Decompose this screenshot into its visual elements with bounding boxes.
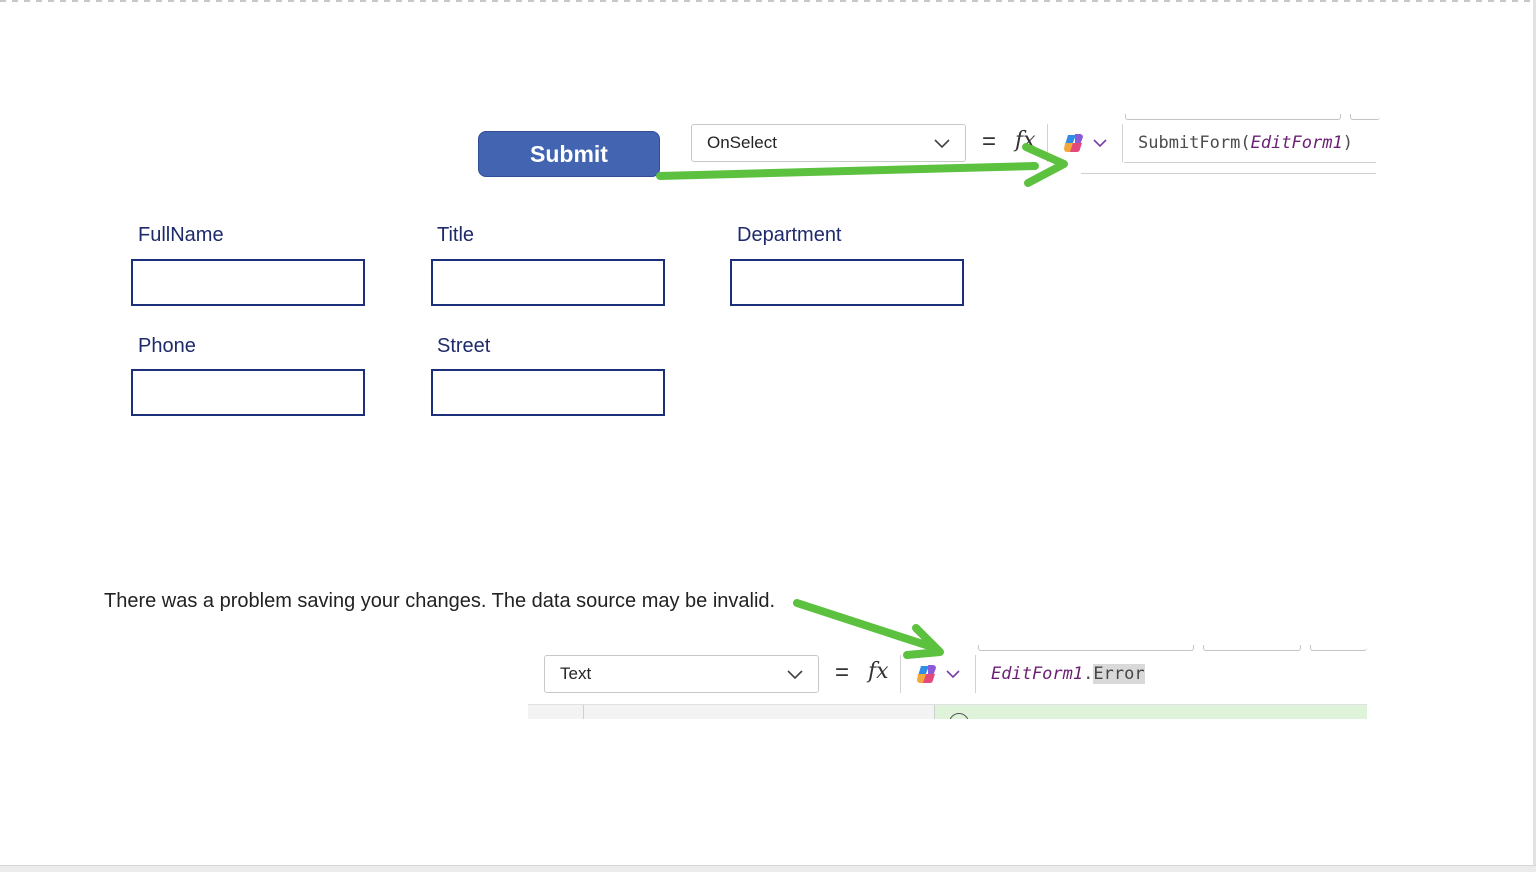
chevron-down-icon <box>946 670 960 679</box>
top-edge <box>0 0 1536 2</box>
error-message: There was a problem saving your changes.… <box>104 590 776 612</box>
copilot-button[interactable] <box>1047 124 1123 162</box>
phone-input[interactable] <box>131 369 365 416</box>
department-input[interactable] <box>730 259 964 306</box>
equals-sign: = <box>982 128 997 155</box>
canvas: Submit OnSelect = fx SubmitForm(EditForm… <box>0 0 1536 872</box>
formula-bar-top-tab <box>1125 114 1341 120</box>
formula-bar-bottom: Text = fx EditForm1. Error <box>544 645 1367 695</box>
formula-close-paren: ) <box>1342 133 1353 153</box>
formula-bar-divider <box>1124 162 1376 163</box>
formula-bar-bottom-tab <box>978 645 1194 651</box>
formula-bar-bottom-tab <box>1203 645 1301 651</box>
chevron-down-icon <box>934 139 950 149</box>
equals-sign: = <box>835 659 850 686</box>
formula-bar-top-tab <box>1350 114 1380 120</box>
street-label: Street <box>437 335 491 357</box>
street-input[interactable] <box>431 369 665 416</box>
formula-argument: EditForm1 <box>1250 133 1343 153</box>
copilot-button[interactable] <box>900 655 976 693</box>
strip-divider <box>583 705 584 719</box>
phone-label: Phone <box>138 335 196 357</box>
check-circle-icon <box>949 713 969 719</box>
fx-label: fx <box>868 659 889 684</box>
formula-bar-divider <box>1081 173 1376 174</box>
property-dropdown[interactable]: Text <box>544 655 819 693</box>
title-label: Title <box>437 224 475 246</box>
property-dropdown-value: OnSelect <box>707 133 777 152</box>
department-label: Department <box>737 224 842 246</box>
arrow-to-copilot-bottom <box>793 599 944 659</box>
formula-bar-top: OnSelect = fx SubmitForm(EditForm1) <box>691 114 1380 174</box>
property-dropdown-value: Text <box>560 664 592 683</box>
formula-bar-bottom-tab <box>1310 645 1367 651</box>
submit-button[interactable]: Submit <box>478 131 660 177</box>
property-dropdown[interactable]: OnSelect <box>691 124 966 162</box>
formula-property: Error <box>1093 664 1145 684</box>
fx-label: fx <box>1015 128 1036 153</box>
chevron-down-icon <box>1093 139 1107 148</box>
formula-object: EditForm1 <box>991 664 1084 684</box>
formula-function: SubmitForm( <box>1138 133 1251 153</box>
formula-text[interactable]: SubmitForm(EditForm1) <box>1138 124 1353 162</box>
fullname-label: FullName <box>138 224 224 246</box>
copilot-icon <box>917 665 936 683</box>
title-input[interactable] <box>431 259 665 306</box>
formula-dot: . <box>1083 664 1094 684</box>
bottom-edge <box>0 865 1536 872</box>
formula-results-strip <box>528 704 1367 719</box>
formula-text[interactable]: EditForm1. Error <box>991 655 1145 693</box>
chevron-down-icon <box>787 670 803 680</box>
copilot-icon <box>1064 134 1083 152</box>
success-notice <box>934 705 1367 719</box>
fullname-input[interactable] <box>131 259 365 306</box>
